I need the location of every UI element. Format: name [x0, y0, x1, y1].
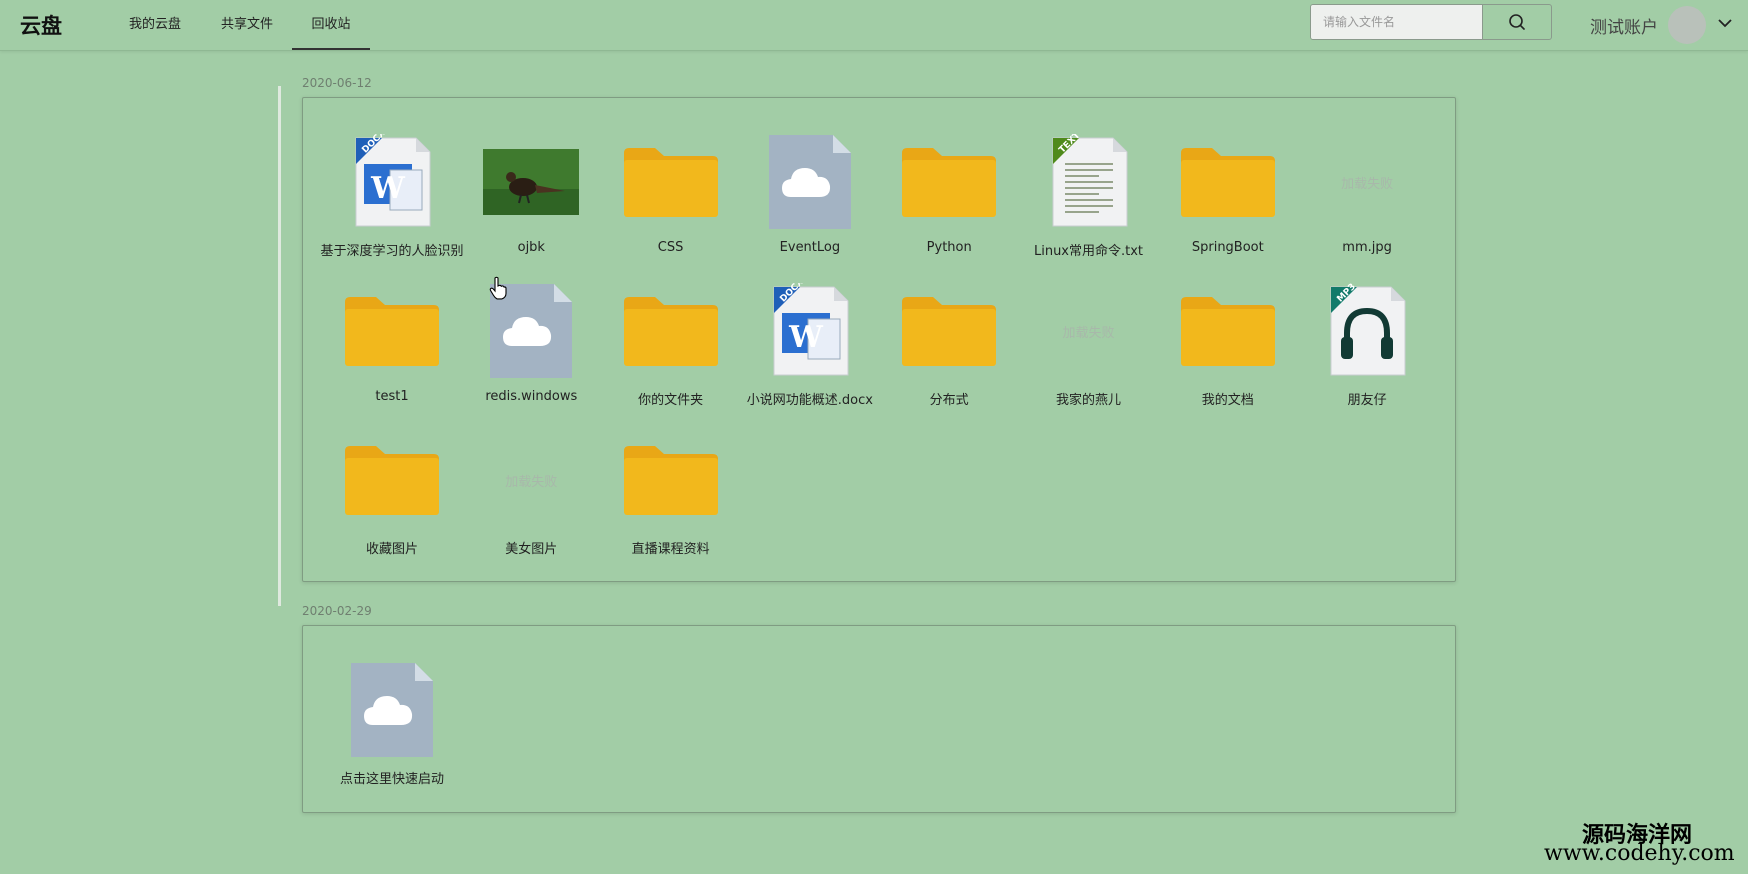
file-name: CSS: [657, 240, 684, 255]
file-item[interactable]: 我的文档: [1159, 281, 1297, 411]
file-name: 基于深度学习的人脸识别: [320, 244, 464, 259]
folder-icon: [621, 430, 721, 530]
file-name: mm.jpg: [1342, 240, 1392, 255]
group-date: 2020-06-12: [302, 76, 372, 90]
cloud-file-icon: [760, 132, 860, 232]
svg-text:W: W: [788, 320, 824, 355]
watermark-url: www.codehy.com: [1544, 841, 1735, 866]
word-document-icon: W DOCX: [760, 281, 860, 381]
file-group: 点击这里快速启动: [302, 625, 1456, 813]
group-date: 2020-02-29: [302, 604, 372, 618]
file-name: 收藏图片: [365, 542, 418, 557]
folder-icon: [621, 132, 721, 232]
file-name: ojbk: [517, 240, 545, 255]
file-name: Python: [926, 240, 972, 255]
search-input[interactable]: [1311, 5, 1483, 39]
file-item[interactable]: test1: [323, 281, 461, 411]
search-box: [1310, 4, 1552, 40]
file-name: 我的文档: [1201, 393, 1254, 408]
search-icon: [1509, 14, 1525, 30]
load-failed-text: 加载失败: [505, 474, 558, 490]
file-item[interactable]: SpringBoot: [1159, 132, 1297, 262]
file-name: EventLog: [779, 240, 841, 255]
file-name: 直播课程资料: [631, 542, 710, 557]
avatar[interactable]: [1668, 6, 1706, 44]
file-name: SpringBoot: [1191, 240, 1264, 255]
file-name: 小说网功能概述.docx: [746, 393, 873, 408]
file-name: 我家的燕儿: [1055, 393, 1121, 408]
file-name: redis.windows: [485, 389, 578, 404]
nav-my-cloud[interactable]: 我的云盘: [116, 0, 194, 50]
file-name: 分布式: [929, 393, 969, 408]
folder-icon: [1178, 132, 1278, 232]
top-bar: 云盘 我的云盘 共享文件 回收站 测试账户: [0, 0, 1748, 51]
folder-icon: [1178, 281, 1278, 381]
cloud-file-icon: [342, 660, 442, 760]
image-placeholder: 加载失败: [481, 430, 581, 530]
image-thumbnail: [481, 132, 581, 232]
file-item[interactable]: W DOCX 基于深度学习的人脸识别: [320, 132, 463, 262]
file-name: 美女图片: [505, 542, 558, 557]
account-name[interactable]: 测试账户: [1590, 13, 1658, 38]
folder-icon: [899, 281, 999, 381]
file-name: Linux常用命令.txt: [1033, 244, 1144, 259]
folder-icon: [342, 430, 442, 530]
timeline-line: [278, 86, 281, 606]
file-name: 你的文件夹: [638, 393, 704, 408]
file-item[interactable]: CSS: [602, 132, 740, 262]
file-item[interactable]: 加载失败 美女图片: [462, 430, 600, 560]
image-placeholder: 加载失败: [1317, 132, 1417, 232]
image-placeholder: 加载失败: [1039, 281, 1139, 381]
file-group: W DOCX 基于深度学习的人脸识别 ojbk CSS EventLog Python TEX…: [302, 97, 1456, 582]
file-item[interactable]: W DOCX 小说网功能概述.docx: [741, 281, 879, 411]
load-failed-text: 加载失败: [1062, 325, 1115, 341]
file-name: 朋友仔: [1347, 393, 1387, 408]
file-item[interactable]: ojbk: [462, 132, 600, 262]
file-item[interactable]: 分布式: [880, 281, 1018, 411]
file-name: 点击这里快速启动: [339, 772, 444, 787]
file-item[interactable]: EventLog: [741, 132, 879, 262]
file-item[interactable]: 直播课程资料: [602, 430, 740, 560]
file-item[interactable]: TEXT Linux常用命令.txt: [1020, 132, 1158, 262]
folder-icon: [899, 132, 999, 232]
audio-file-icon: MP3: [1317, 281, 1417, 381]
svg-text:W: W: [370, 171, 406, 206]
hand-cursor-icon: [489, 276, 507, 300]
folder-icon: [621, 281, 721, 381]
load-failed-text: 加载失败: [1341, 176, 1394, 192]
file-item[interactable]: 加载失败 mm.jpg: [1298, 132, 1436, 262]
file-item[interactable]: Python: [880, 132, 1018, 262]
folder-icon: [342, 281, 442, 381]
nav-recycle-bin[interactable]: 回收站: [292, 0, 370, 50]
word-document-icon: W DOCX: [342, 132, 442, 232]
app-logo[interactable]: 云盘: [20, 10, 62, 40]
chevron-down-icon[interactable]: [1717, 17, 1733, 29]
file-item[interactable]: redis.windows: [462, 281, 600, 411]
file-item[interactable]: 加载失败 我家的燕儿: [1020, 281, 1158, 411]
file-item[interactable]: 你的文件夹: [602, 281, 740, 411]
file-item[interactable]: 点击这里快速启动: [323, 660, 461, 790]
nav-shared-files[interactable]: 共享文件: [208, 0, 286, 50]
text-file-icon: TEXT: [1039, 132, 1139, 232]
file-item[interactable]: 收藏图片: [323, 430, 461, 560]
file-name: test1: [375, 389, 409, 404]
file-item[interactable]: MP3 朋友仔: [1298, 281, 1436, 411]
search-button[interactable]: [1483, 5, 1551, 39]
